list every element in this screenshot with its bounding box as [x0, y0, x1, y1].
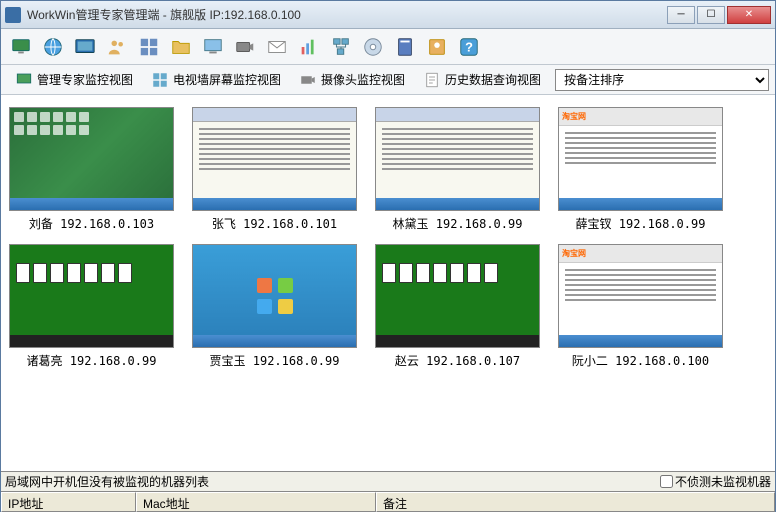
book-icon[interactable] [391, 33, 419, 61]
titlebar: WorkWin管理专家管理端 - 旗舰版 IP:192.168.0.100 ─ … [1, 1, 775, 29]
client-label: 薛宝钗 192.168.0.99 [558, 215, 723, 232]
sort-dropdown[interactable]: 按备注排序 [555, 69, 769, 91]
camera-small-icon [299, 71, 317, 89]
screenshot-preview[interactable] [9, 107, 174, 211]
client-thumbnail[interactable]: 赵云 192.168.0.107 [375, 244, 540, 369]
client-thumbnail[interactable]: 张飞 192.168.0.101 [192, 107, 357, 232]
contact-icon[interactable] [423, 33, 451, 61]
tab-camera-view[interactable]: 摄像头监控视图 [291, 68, 413, 92]
client-label: 赵云 192.168.0.107 [375, 352, 540, 369]
network-icon[interactable] [327, 33, 355, 61]
screen-icon[interactable] [71, 33, 99, 61]
main-toolbar: ? [1, 29, 775, 65]
col-note[interactable]: 备注 [376, 492, 775, 512]
tab-history-view[interactable]: 历史数据查询视图 [415, 68, 549, 92]
client-thumbnail[interactable]: 林黛玉 192.168.0.99 [375, 107, 540, 232]
tab-tvwall-view[interactable]: 电视墙屏幕监控视图 [143, 68, 289, 92]
client-thumbnail[interactable]: 淘宝网阮小二 192.168.0.100 [558, 244, 723, 369]
no-detect-checkbox[interactable]: 不侦测未监视机器 [660, 473, 771, 490]
bottom-table-header: IP地址 Mac地址 备注 [1, 492, 775, 512]
screenshot-preview[interactable] [192, 244, 357, 348]
screenshot-preview[interactable] [192, 107, 357, 211]
grid-icon[interactable] [135, 33, 163, 61]
svg-text:?: ? [465, 39, 473, 54]
window-controls: ─ ☐ ✕ [667, 6, 771, 24]
app-icon [5, 7, 21, 23]
disc-icon[interactable] [359, 33, 387, 61]
screenshot-preview[interactable]: 淘宝网 [558, 107, 723, 211]
doc-small-icon [423, 71, 441, 89]
col-mac[interactable]: Mac地址 [136, 492, 376, 512]
client-label: 张飞 192.168.0.101 [192, 215, 357, 232]
client-label: 阮小二 192.168.0.100 [558, 352, 723, 369]
users-icon[interactable] [103, 33, 131, 61]
bottom-panel-title: 局域网中开机但没有被监视的机器列表 [5, 473, 209, 490]
client-thumbnail[interactable]: 诸葛亮 192.168.0.99 [9, 244, 174, 369]
minimize-button[interactable]: ─ [667, 6, 695, 24]
tab-label: 历史数据查询视图 [445, 71, 541, 88]
client-thumbnail[interactable]: 刘备 192.168.0.103 [9, 107, 174, 232]
screenshot-preview[interactable]: 淘宝网 [558, 244, 723, 348]
chart-icon[interactable] [295, 33, 323, 61]
bottom-panel: 局域网中开机但没有被监视的机器列表 不侦测未监视机器 IP地址 Mac地址 备注 [1, 471, 775, 512]
display-icon[interactable] [199, 33, 227, 61]
client-label: 诸葛亮 192.168.0.99 [9, 352, 174, 369]
window-title: WorkWin管理专家管理端 - 旗舰版 IP:192.168.0.100 [27, 6, 667, 23]
client-label: 贾宝玉 192.168.0.99 [192, 352, 357, 369]
client-label: 刘备 192.168.0.103 [9, 215, 174, 232]
folder-icon[interactable] [167, 33, 195, 61]
tab-label: 电视墙屏幕监控视图 [173, 71, 281, 88]
mail-icon[interactable] [263, 33, 291, 61]
globe-icon[interactable] [39, 33, 67, 61]
client-thumbnail[interactable]: 贾宝玉 192.168.0.99 [192, 244, 357, 369]
thumbnail-grid-area: 刘备 192.168.0.103 张飞 192.168.0.101 林黛玉 192.… [1, 95, 775, 455]
camera-icon[interactable] [231, 33, 259, 61]
maximize-button[interactable]: ☐ [697, 6, 725, 24]
screenshot-preview[interactable] [375, 107, 540, 211]
monitor-icon[interactable] [7, 33, 35, 61]
tab-label: 管理专家监控视图 [37, 71, 133, 88]
checkbox-input[interactable] [660, 475, 673, 488]
grid-small-icon [151, 71, 169, 89]
screenshot-preview[interactable] [375, 244, 540, 348]
tab-label: 摄像头监控视图 [321, 71, 405, 88]
monitor-small-icon [15, 71, 33, 89]
help-icon[interactable]: ? [455, 33, 483, 61]
view-tabs: 管理专家监控视图 电视墙屏幕监控视图 摄像头监控视图 历史数据查询视图 按备注排… [1, 65, 775, 95]
close-button[interactable]: ✕ [727, 6, 771, 24]
screenshot-preview[interactable] [9, 244, 174, 348]
tab-expert-view[interactable]: 管理专家监控视图 [7, 68, 141, 92]
col-ip[interactable]: IP地址 [1, 492, 136, 512]
client-label: 林黛玉 192.168.0.99 [375, 215, 540, 232]
client-thumbnail[interactable]: 淘宝网薛宝钗 192.168.0.99 [558, 107, 723, 232]
